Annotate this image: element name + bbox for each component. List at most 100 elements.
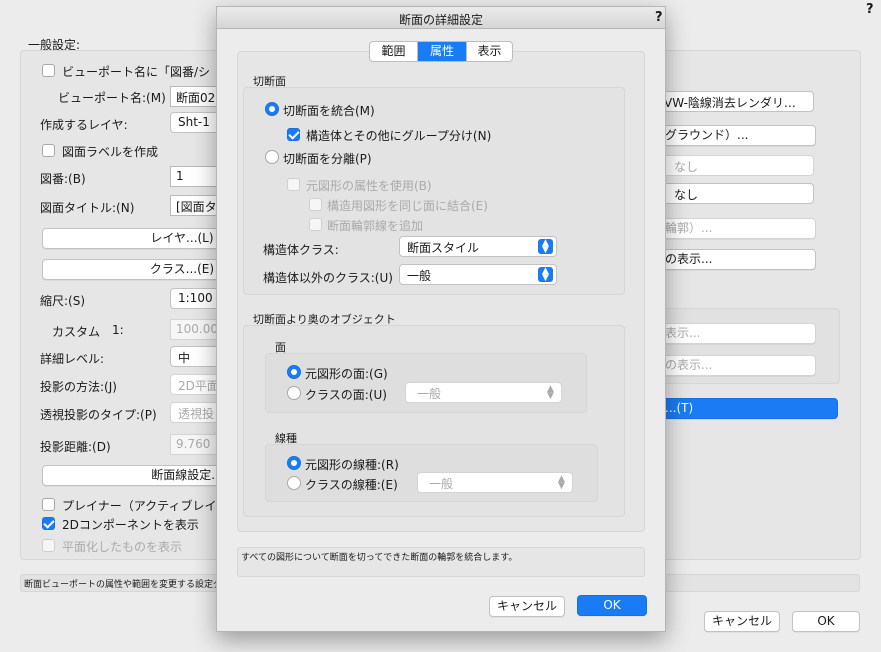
custom-ratio-label: 1: <box>112 323 124 337</box>
layer-select-value: Sht-1 <box>178 115 210 129</box>
perspective-type-select[interactable]: 透視投 <box>170 402 220 423</box>
drawing-label-check-label: 図面ラベルを作成 <box>62 145 159 159</box>
dialog-title: 断面の詳細設定 <box>398 13 483 27</box>
bg-help-icon[interactable]: ? <box>866 2 874 17</box>
section-line-button-label: 断面線設定... <box>151 468 223 482</box>
line-original-radio[interactable] <box>287 456 301 470</box>
line-original-label: 元図形の線種:(R) <box>305 458 399 472</box>
bg-cancel-button[interactable]: キャンセル <box>704 611 780 632</box>
merge-same-face-label: 構造用図形を同じ面に結合(E) <box>327 199 488 213</box>
display-button-1-label: の表示... <box>665 252 713 266</box>
drawing-title-label: 図面タイトル:(N) <box>40 201 135 215</box>
scale-select[interactable]: 1:100 <box>170 288 220 309</box>
show-2d-check-label: 2Dコンポーネントを表示 <box>62 518 199 532</box>
viewport-name-input[interactable]: 断面02 <box>170 86 218 107</box>
custom-label: カスタム <box>52 325 101 339</box>
line-class-value: 一般 <box>429 477 454 491</box>
face-class-radio[interactable] <box>287 386 301 400</box>
planar-check-label: プレイナー（アクティブレイ <box>62 499 217 513</box>
merge-cut-radio[interactable] <box>265 102 279 116</box>
show-2d-checkbox[interactable] <box>42 517 55 530</box>
line-class-select[interactable]: 一般 ▲ ▼ <box>417 472 573 493</box>
help-text: すべての図形について断面を切ってできた断面の輪郭を統合します。 <box>241 553 518 563</box>
use-original-attr-checkbox[interactable] <box>287 178 300 191</box>
tab-attributes[interactable]: 属性 <box>418 42 466 61</box>
add-outline-checkbox[interactable] <box>309 218 322 231</box>
layer-button-label: レイヤ...(L) <box>150 231 214 245</box>
display-button-2[interactable]: 表示... <box>648 323 816 344</box>
layer-label: 作成するレイヤ: <box>40 118 128 132</box>
bg-status-text: 断面ビューポートの属性や範囲を変更する設定ダイ <box>24 580 232 590</box>
detail-level-select[interactable]: 中 <box>170 346 220 367</box>
projection-label: 投影の方法:(J) <box>40 380 117 394</box>
add-outline-label: 断面輪郭線を追加 <box>327 219 424 233</box>
contour-button-label: 輪郭）... <box>665 221 713 235</box>
custom-scale-input[interactable]: 100.000 <box>170 319 218 340</box>
use-original-attr-label: 元図形の属性を使用(B) <box>306 179 432 193</box>
detail-level-value: 中 <box>178 351 191 365</box>
structure-class-value: 断面スタイル <box>407 241 480 255</box>
drawing-label-checkbox[interactable] <box>42 144 55 157</box>
face-class-value: 一般 <box>417 387 442 401</box>
layer-select[interactable]: Sht-1 <box>170 112 220 133</box>
drawing-number-label: 図番:(B) <box>40 172 86 186</box>
class-button[interactable]: クラス...(E) <box>42 259 232 280</box>
face-original-radio[interactable] <box>287 365 301 379</box>
line-class-radio[interactable] <box>287 476 301 490</box>
dialog-help-icon[interactable]: ? <box>655 10 663 25</box>
bg-ok-button[interactable]: OK <box>792 611 860 632</box>
planar-checkbox[interactable] <box>42 498 55 511</box>
background-button[interactable]: グラウンド）... <box>648 125 816 146</box>
viewport-name-label: ビューポート名:(M) <box>58 91 166 105</box>
face-class-select[interactable]: 一般 ▲ ▼ <box>405 382 562 403</box>
chevron-updown-icon: ▲ ▼ <box>547 384 554 401</box>
display-button-1[interactable]: の表示... <box>648 249 816 270</box>
separate-cut-radio[interactable] <box>265 150 279 164</box>
chevron-updown-icon: ▲ ▼ <box>538 267 553 283</box>
structure-class-select[interactable]: 断面スタイル ▲ ▼ <box>399 236 557 257</box>
projection-distance-input[interactable]: 9.760 <box>170 434 218 455</box>
display-button-2-label: 表示... <box>665 326 701 340</box>
group-structure-checkbox[interactable] <box>287 128 300 141</box>
merge-same-face-checkbox[interactable] <box>309 198 322 211</box>
merge-cut-label: 切断面を統合(M) <box>283 104 375 118</box>
dialog-cancel-button[interactable]: キャンセル <box>489 596 565 617</box>
chevron-updown-icon: ▲ ▼ <box>538 239 553 255</box>
display-button-3[interactable]: の表示... <box>648 355 816 376</box>
perspective-type-value: 透視投 <box>178 407 215 421</box>
drawing-number-input[interactable]: 1 <box>170 166 218 187</box>
none-select-1[interactable]: なし <box>648 155 814 176</box>
drawing-title-input[interactable]: [図面タイ <box>170 195 218 216</box>
dialog-ok-button[interactable]: OK <box>577 595 647 616</box>
layer-button[interactable]: レイヤ...(L) <box>42 228 232 249</box>
scale-label: 縮尺:(S) <box>40 294 86 308</box>
chevron-updown-icon: ▲ ▼ <box>558 474 565 491</box>
tab-bar: 範囲 属性 表示 <box>369 41 513 62</box>
section-line-button[interactable]: 断面線設定... <box>42 465 232 486</box>
viewport-name-check-label: ビューポート名に「図番/シ <box>62 65 211 79</box>
scale-value: 1:100 <box>178 291 213 305</box>
group-structure-label: 構造体とその他にグループ分け(N) <box>306 129 492 143</box>
t-button[interactable]: ...(T) <box>648 398 838 419</box>
projection-select[interactable]: 2D平面 <box>170 374 220 395</box>
nonstructure-class-select[interactable]: 一般 ▲ ▼ <box>399 264 557 285</box>
perspective-type-label: 透視投影のタイプ:(P) <box>40 408 157 422</box>
structure-class-label: 構造体クラス: <box>263 243 339 257</box>
tab-display[interactable]: 表示 <box>466 42 512 61</box>
tab-range[interactable]: 範囲 <box>370 42 418 61</box>
show-flattened-check-label: 平面化したものを表示 <box>62 540 183 554</box>
show-flattened-checkbox[interactable] <box>42 539 55 552</box>
viewport-name-checkbox[interactable] <box>42 64 55 77</box>
none-select-2[interactable]: なし <box>648 183 814 204</box>
face-original-label: 元図形の面:(G) <box>305 367 388 381</box>
section-detail-dialog: 断面の詳細設定 ? 範囲 属性 表示 切断面 切断面を統合(M) 構造体とその他… <box>216 6 666 632</box>
t-button-label: ...(T) <box>665 401 694 415</box>
projection-distance-label: 投影距離:(D) <box>40 440 111 454</box>
nonstructure-class-value: 一般 <box>407 269 432 283</box>
none-select-1-value: なし <box>674 160 699 174</box>
nonstructure-class-label: 構造体以外のクラス:(U) <box>263 271 393 285</box>
face-class-label: クラスの面:(U) <box>305 388 387 402</box>
contour-button[interactable]: 輪郭）... <box>648 218 816 239</box>
render-mode-select[interactable]: VW-陰線消去レンダリ… <box>648 91 814 112</box>
projection-value: 2D平面 <box>178 379 219 393</box>
